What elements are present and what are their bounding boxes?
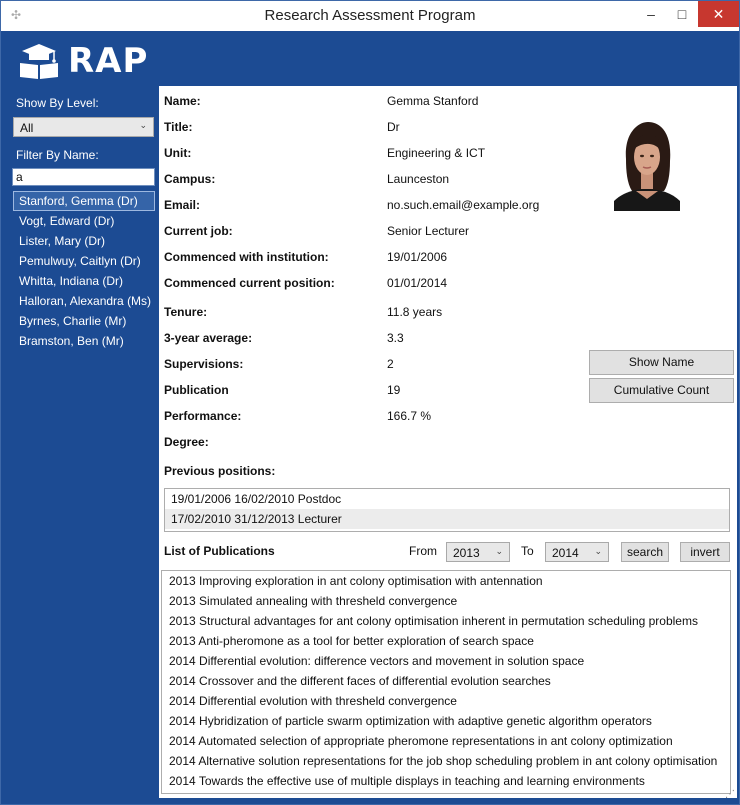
show-by-level-label: Show By Level: [16, 96, 99, 110]
researcher-details-panel: Name: Gemma Stanford Title: Dr Unit: Eng… [159, 86, 737, 798]
publications-list[interactable]: 2013 Improving exploration in ant colony… [161, 570, 731, 794]
from-year-dropdown[interactable]: 2013 ⌄ [446, 542, 510, 562]
publication-item[interactable]: 2014 Crossover and the different faces o… [162, 671, 730, 691]
unit-label: Unit: [164, 146, 192, 160]
title-label: Title: [164, 120, 193, 134]
level-dropdown[interactable]: All ⌄ [13, 117, 154, 137]
publication-item[interactable]: 2014 Hybridization of particle swarm opt… [162, 711, 730, 731]
maximize-button[interactable]: □ [667, 1, 697, 27]
performance-label: Performance: [164, 409, 242, 423]
publication-item[interactable]: 2014 Differential evolution: difference … [162, 651, 730, 671]
three-year-average-label: 3-year average: [164, 331, 253, 345]
previous-positions-label: Previous positions: [164, 464, 276, 478]
commenced-position-label: Commenced current position: [164, 276, 335, 290]
to-label: To [521, 544, 534, 558]
campus-value: Launceston [387, 172, 450, 186]
name-filter-input[interactable] [12, 168, 155, 186]
researcher-item[interactable]: Halloran, Alexandra (Ms) [13, 291, 155, 311]
app-window: ✣ Research Assessment Program – □ ✕ RAP … [0, 0, 740, 805]
researcher-item[interactable]: Lister, Mary (Dr) [13, 231, 155, 251]
researcher-list[interactable]: Stanford, Gemma (Dr) Vogt, Edward (Dr) L… [13, 191, 155, 351]
name-value: Gemma Stanford [387, 94, 479, 108]
chevron-down-icon: ⌄ [594, 546, 602, 556]
chevron-down-icon: ⌄ [495, 546, 503, 556]
logo-text: RAP [68, 41, 149, 81]
title-bar[interactable]: ✣ Research Assessment Program – □ ✕ [1, 1, 739, 31]
name-label: Name: [164, 94, 201, 108]
portrait-image [614, 119, 680, 211]
commenced-position-value: 01/01/2014 [387, 276, 448, 290]
researcher-item[interactable]: Pemulwuy, Caitlyn (Dr) [13, 251, 155, 271]
filter-by-name-label: Filter By Name: [16, 148, 99, 162]
researcher-item[interactable]: Whitta, Indiana (Dr) [13, 271, 155, 291]
degree-label: Degree: [164, 435, 209, 449]
three-year-average-value: 3.3 [387, 331, 404, 345]
publication-item[interactable]: 2014 Automated selection of appropriate … [162, 731, 730, 751]
current-job-label: Current job: [164, 224, 233, 238]
tenure-value: 11.8 years [387, 305, 443, 319]
email-value: no.such.email@example.org [387, 198, 540, 212]
search-button[interactable]: search [621, 542, 669, 562]
close-button[interactable]: ✕ [698, 1, 739, 27]
to-year-value: 2014 [552, 546, 579, 560]
researcher-item[interactable]: Byrnes, Charlie (Mr) [13, 311, 155, 331]
title-value: Dr [387, 120, 400, 134]
window-title: Research Assessment Program [264, 7, 476, 24]
publication-item[interactable]: 2013 Simulated annealing with thresheld … [162, 591, 730, 611]
commenced-institution-label: Commenced with institution: [164, 250, 329, 264]
position-row[interactable]: 17/02/2010 31/12/2013 Lecturer [165, 509, 729, 529]
publication-count-label: Publication [164, 383, 229, 397]
publication-item[interactable]: 2013 Improving exploration in ant colony… [162, 571, 730, 591]
app-logo: RAP [18, 41, 148, 81]
from-label: From [409, 544, 437, 558]
publications-label: List of Publications [164, 544, 275, 558]
publication-item[interactable]: 2014 Differential evolution with threshe… [162, 691, 730, 711]
level-dropdown-value: All [20, 121, 34, 135]
invert-button[interactable]: invert [680, 542, 730, 562]
performance-value: 166.7 % [387, 409, 432, 423]
supervisions-label: Supervisions: [164, 357, 244, 371]
current-job-value: Senior Lecturer [387, 224, 470, 238]
publication-item[interactable]: 2013 Structural advantages for ant colon… [162, 611, 730, 631]
campus-label: Campus: [164, 172, 216, 186]
chevron-down-icon: ⌄ [139, 120, 147, 130]
resize-grip-icon[interactable]: ⋰ [725, 789, 735, 800]
previous-positions-list[interactable]: 19/01/2006 16/02/2010 Postdoc 17/02/2010… [164, 488, 730, 532]
commenced-institution-value: 19/01/2006 [387, 250, 448, 264]
publication-item[interactable]: 2014 Alternative solution representation… [162, 751, 730, 771]
show-name-button[interactable]: Show Name [589, 350, 734, 375]
researcher-item[interactable]: Vogt, Edward (Dr) [13, 211, 155, 231]
minimize-button[interactable]: – [636, 1, 666, 27]
email-label: Email: [164, 198, 201, 212]
to-year-dropdown[interactable]: 2014 ⌄ [545, 542, 609, 562]
researcher-photo [614, 119, 680, 211]
publication-item[interactable]: 2013 Anti-pheromone as a tool for better… [162, 631, 730, 651]
researcher-item[interactable]: Stanford, Gemma (Dr) [13, 191, 155, 211]
publication-item[interactable]: 2014 Towards the effective use of multip… [162, 771, 730, 791]
cumulative-count-button[interactable]: Cumulative Count [589, 378, 734, 403]
position-row[interactable]: 19/01/2006 16/02/2010 Postdoc [165, 489, 729, 509]
tenure-label: Tenure: [164, 305, 208, 319]
graduation-cap-book-icon [20, 44, 58, 79]
publication-count-value: 19 [387, 383, 401, 397]
supervisions-value: 2 [387, 357, 394, 371]
researcher-item[interactable]: Bramston, Ben (Mr) [13, 331, 155, 351]
from-year-value: 2013 [453, 546, 480, 560]
unit-value: Engineering & ICT [387, 146, 486, 160]
